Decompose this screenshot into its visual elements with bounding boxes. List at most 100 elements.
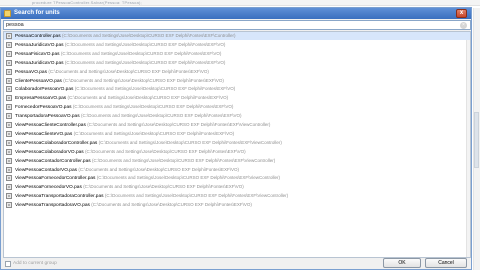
unit-entry: ViewPessoaClienteController.pas (C:\Docu… xyxy=(15,121,270,129)
list-item[interactable]: ViewPessoaFornecedorController.pas (C:\D… xyxy=(4,174,470,182)
unit-name-text: PessoaJuridicaVO.pas xyxy=(15,42,64,48)
unit-path: (C:\Documents and Settings\Jose\Desktop\… xyxy=(61,33,236,38)
unit-path: (C:\Documents and Settings\Jose\Desktop\… xyxy=(63,77,224,83)
list-item[interactable]: PessoaJuridicaVO.pas (C:\Documents and S… xyxy=(4,41,470,49)
search-input[interactable] xyxy=(6,21,446,29)
list-item[interactable]: TransportadoraPessoaVO.pas (C:\Documents… xyxy=(4,112,470,120)
unit-file-icon xyxy=(6,130,12,137)
search-box[interactable]: × xyxy=(3,20,471,30)
unit-file-icon xyxy=(6,122,12,128)
results-list: PessoaController.pas (C:\Documents and S… xyxy=(3,31,471,258)
list-item[interactable]: ViewPessoaColaboradorController.pas (C:\… xyxy=(4,139,470,147)
unit-path: (C:\Documents and Settings\Jose\Desktop\… xyxy=(48,68,209,74)
unit-file-icon xyxy=(6,184,12,191)
unit-file-icon xyxy=(6,202,12,209)
unit-path: (C:\Documents and Settings\Jose\Desktop\… xyxy=(60,50,222,56)
unit-path: (C:\Documents and Settings\Jose\Desktop\… xyxy=(72,104,234,110)
unit-path: (C:\Documents and Settings\Jose\Desktop\… xyxy=(85,148,246,154)
unit-name-text: ViewPessoaFornecedorController.pas xyxy=(15,176,96,182)
list-item[interactable]: ViewPessoaContadorVO.pas (C:\Documents a… xyxy=(4,166,470,174)
unit-entry: PessoaJuridicaVO.pas (C:\Documents and S… xyxy=(15,41,225,49)
unit-file-icon xyxy=(6,95,12,102)
unit-path: (C:\Documents and Settings\Jose\Desktop\… xyxy=(91,157,276,163)
unit-file-icon xyxy=(6,59,12,66)
unit-entry: ViewPessoaTransportadoraController.pas (… xyxy=(15,192,288,200)
unit-name-text: ViewPessoaTransportadoraVO.pas xyxy=(15,203,90,209)
unit-entry: EmpresaPessoaVO.pas (C:\Documents and Se… xyxy=(15,94,228,102)
list-item[interactable]: PessoaJuridicaVO.pas (C:\Documents and S… xyxy=(4,59,470,67)
unit-file-icon xyxy=(6,33,12,39)
dialog-titlebar[interactable]: Search for units x xyxy=(1,8,471,19)
unit-path: (C:\Documents and Settings\Jose\Desktop\… xyxy=(87,122,271,127)
unit-file-icon xyxy=(6,50,12,57)
clear-search-icon[interactable]: × xyxy=(460,22,467,29)
search-units-dialog: Search for units x × PessoaController.pa… xyxy=(0,7,472,270)
list-item[interactable]: PessoaController.pas (C:\Documents and S… xyxy=(4,32,470,40)
unit-file-icon xyxy=(6,77,12,84)
unit-entry: PessoaJuridicaVO.pas (C:\Documents and S… xyxy=(15,59,225,67)
unit-name-text: ViewPessoaContadorVO.pas xyxy=(15,167,78,173)
unit-entry: FornecedorPessoaVO.pas (C:\Documents and… xyxy=(15,103,233,111)
unit-name-text: ViewPessoaColaboradorVO.pas xyxy=(15,149,84,155)
unit-file-icon xyxy=(6,175,12,182)
cancel-button[interactable]: Cancel xyxy=(425,258,467,268)
list-item[interactable]: PessoaFisicaVO.pas (C:\Documents and Set… xyxy=(4,50,470,58)
unit-name-text: ViewPessoaTransportadoraController.pas xyxy=(15,194,104,200)
unit-entry: ViewPessoaColaboradorVO.pas (C:\Document… xyxy=(15,148,246,156)
unit-file-icon xyxy=(6,41,12,48)
unit-path: (C:\Documents and Settings\Jose\Desktop\… xyxy=(64,41,226,47)
unit-entry: ColaboradorPessoaVO.pas (C:\Documents an… xyxy=(15,85,235,93)
list-item[interactable]: EmpresaPessoaVO.pas (C:\Documents and Se… xyxy=(4,94,470,102)
unit-entry: ViewPessoaContadorController.pas (C:\Doc… xyxy=(15,157,275,165)
list-item[interactable]: ColaboradorPessoaVO.pas (C:\Documents an… xyxy=(4,85,470,93)
unit-path: (C:\Documents and Settings\Jose\Desktop\… xyxy=(83,184,244,190)
unit-file-icon xyxy=(6,193,12,200)
unit-name-text: PessoaVO.pas xyxy=(15,69,47,75)
unit-file-icon xyxy=(6,157,12,164)
list-item[interactable]: FornecedorPessoaVO.pas (C:\Documents and… xyxy=(4,103,470,111)
list-item[interactable]: ViewPessoaClienteVO.pas (C:\Documents an… xyxy=(4,130,470,138)
units-folder-icon xyxy=(4,10,11,17)
unit-name-text: FornecedorPessoaVO.pas xyxy=(15,105,72,111)
unit-name-text: PessoaJuridicaVO.pas xyxy=(15,60,64,66)
unit-entry: ViewPessoaFornecedorController.pas (C:\D… xyxy=(15,174,280,182)
unit-file-icon xyxy=(6,148,12,155)
unit-name-text: ViewPessoaContadorController.pas xyxy=(15,158,91,164)
unit-file-icon xyxy=(6,113,12,120)
close-button[interactable]: x xyxy=(456,9,467,18)
list-item[interactable]: ViewPessoaClienteController.pas (C:\Docu… xyxy=(4,121,470,129)
list-item[interactable]: ViewPessoaColaboradorVO.pas (C:\Document… xyxy=(4,148,470,156)
unit-path: (C:\Documents and Settings\Jose\Desktop\… xyxy=(74,86,236,92)
list-item[interactable]: ViewPessoaTransportadoraController.pas (… xyxy=(4,192,470,200)
unit-name-text: ColaboradorPessoaVO.pas xyxy=(15,87,74,93)
unit-entry: ViewPessoaClienteVO.pas (C:\Documents an… xyxy=(15,130,234,138)
list-item[interactable]: ViewPessoaFornecedorVO.pas (C:\Documents… xyxy=(4,183,470,191)
unit-name-text: TransportadoraPessoaVO.pas xyxy=(15,114,80,120)
unit-entry: ViewPessoaColaboradorController.pas (C:\… xyxy=(15,139,282,147)
unit-name-text: ViewPessoaColaboradorController.pas xyxy=(15,140,98,146)
background-editor-text: procedure TPessoaController.Salvar(Pesso… xyxy=(32,0,142,5)
unit-file-icon xyxy=(6,166,12,173)
unit-path: (C:\Documents and Settings\Jose\Desktop\… xyxy=(67,95,229,101)
add-to-group-checkbox[interactable] xyxy=(5,261,11,267)
list-item[interactable]: ClientePessoaVO.pas (C:\Documents and Se… xyxy=(4,77,470,85)
ok-button[interactable]: OK xyxy=(383,258,421,268)
unit-path: (C:\Documents and Settings\Jose\Desktop\… xyxy=(104,193,289,199)
unit-path: (C:\Documents and Settings\Jose\Desktop\… xyxy=(78,166,239,172)
background-scrollbar-thumb[interactable] xyxy=(474,112,479,168)
unit-entry: TransportadoraPessoaVO.pas (C:\Documents… xyxy=(15,112,242,120)
unit-entry: PessoaController.pas (C:\Documents and S… xyxy=(15,32,236,40)
list-item[interactable]: PessoaVO.pas (C:\Documents and Settings\… xyxy=(4,68,470,76)
dialog-title: Search for units xyxy=(14,10,60,16)
unit-entry: PessoaFisicaVO.pas (C:\Documents and Set… xyxy=(15,50,221,58)
unit-name-text: PessoaFisicaVO.pas xyxy=(15,51,60,57)
unit-file-icon xyxy=(6,86,12,93)
unit-name-text: ViewPessoaClienteController.pas xyxy=(15,123,86,128)
list-item[interactable]: ViewPessoaContadorController.pas (C:\Doc… xyxy=(4,157,470,165)
unit-entry: ViewPessoaTransportadoraVO.pas (C:\Docum… xyxy=(15,201,252,209)
unit-file-icon xyxy=(6,68,12,75)
unit-name-text: PessoaController.pas xyxy=(15,34,61,39)
list-item[interactable]: ViewPessoaTransportadoraVO.pas (C:\Docum… xyxy=(4,201,470,209)
unit-path: (C:\Documents and Settings\Jose\Desktop\… xyxy=(91,202,252,208)
unit-path: (C:\Documents and Settings\Jose\Desktop\… xyxy=(80,113,242,119)
